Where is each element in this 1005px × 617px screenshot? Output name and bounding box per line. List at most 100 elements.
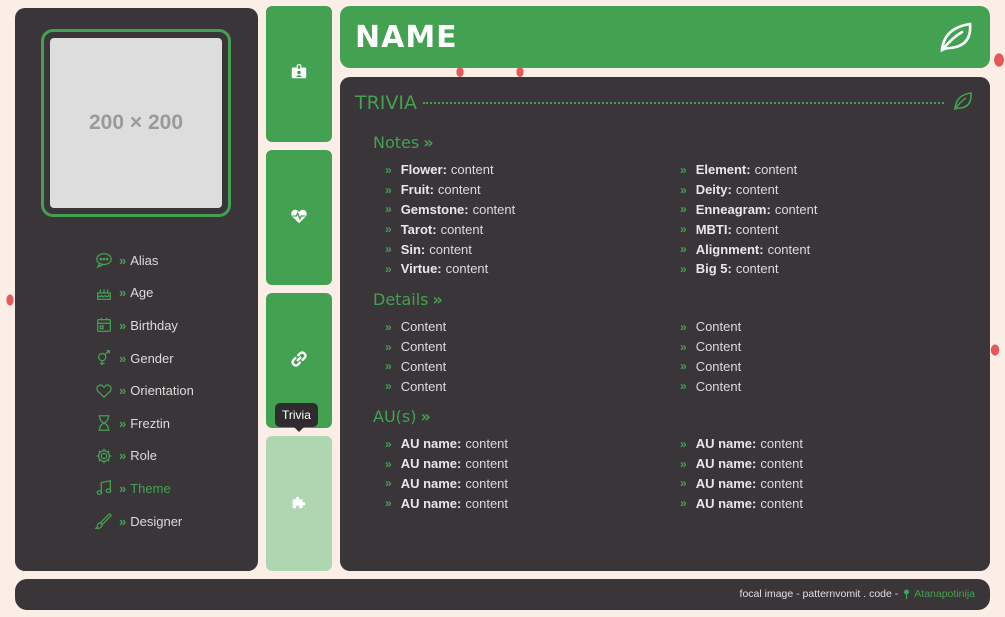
info-label: Alias	[130, 252, 159, 268]
chevron-icon: »	[423, 133, 434, 152]
pin-icon	[902, 589, 911, 599]
chevron-icon: »	[385, 319, 392, 334]
notes-title: Notes	[373, 133, 420, 152]
chevron-icon: »	[680, 162, 687, 177]
music-icon	[95, 479, 113, 497]
chevron-icon: »	[680, 182, 687, 197]
gear-icon	[95, 447, 113, 465]
info-label: Birthday	[130, 317, 178, 333]
info-label: Theme	[130, 480, 171, 496]
hourglass-icon	[95, 414, 113, 432]
chevron-icon: »	[119, 513, 127, 529]
chevron-icon: »	[680, 339, 687, 354]
chevron-icon: »	[385, 339, 392, 354]
chevron-icon: »	[119, 285, 127, 301]
profile-info-list: » Alias » Age » Birthday » Gender » Orie…	[95, 244, 194, 537]
character-name: NAME	[355, 20, 458, 55]
list-item: » AU name: content	[680, 456, 804, 472]
list-item: » Content	[385, 358, 447, 374]
list-item: » Alignment: content	[680, 241, 811, 257]
list-item: » Gemstone: content	[385, 201, 516, 217]
info-label: Designer	[130, 513, 183, 529]
leaf-icon	[952, 90, 974, 116]
info-item-birthday: » Birthday	[95, 309, 194, 342]
chevron-icon: »	[119, 317, 127, 333]
info-label: Freztin	[130, 415, 170, 431]
chevron-icon: »	[385, 476, 392, 491]
chevron-icon: »	[680, 496, 687, 511]
chevron-icon: »	[680, 261, 687, 276]
aus-title: AU(s)	[373, 407, 417, 426]
profile-sidebar: 200 × 200 » Alias » Age » Birthday » Gen…	[15, 8, 258, 571]
chevron-icon: »	[385, 436, 392, 451]
info-item-gender: » Gender	[95, 342, 194, 375]
chevron-icon: »	[119, 480, 127, 496]
list-item: » Deity: content	[680, 182, 779, 198]
list-item: » Content	[680, 358, 742, 374]
trivia-panel: TRIVIA Notes» » Flower: content » Element: c…	[340, 77, 990, 571]
chevron-icon: »	[385, 242, 392, 257]
tab-trivia[interactable]	[266, 436, 332, 571]
credit-text: focal image - patternvomit . code -	[739, 588, 899, 600]
chevron-icon: »	[680, 319, 687, 334]
speech-bubble-icon	[95, 251, 113, 269]
info-item-alias: » Alias	[95, 244, 194, 277]
chevron-icon: »	[680, 202, 687, 217]
list-item: » AU name: content	[385, 456, 509, 472]
chevron-icon: »	[119, 448, 127, 464]
chevron-icon: »	[432, 290, 443, 309]
chevron-icon: »	[119, 415, 127, 431]
list-item: » Enneagram: content	[680, 201, 818, 217]
gender-icon	[95, 349, 113, 367]
chevron-icon: »	[385, 359, 392, 374]
list-item: » AU name: content	[385, 475, 509, 491]
chevron-icon: »	[385, 222, 392, 237]
tab-profile[interactable]	[266, 6, 332, 142]
chevron-icon: »	[680, 222, 687, 237]
info-item-freztin: » Freztin	[95, 407, 194, 440]
footer: focal image - patternvomit . code - Atan…	[15, 579, 990, 610]
chevron-icon: »	[119, 383, 127, 399]
portrait-placeholder: 200 × 200	[50, 38, 222, 208]
list-item: » Element: content	[680, 162, 798, 178]
brush-icon	[95, 512, 113, 530]
list-item: » AU name: content	[680, 436, 804, 452]
list-item: » Content	[385, 378, 447, 394]
section-title: TRIVIA	[355, 92, 418, 114]
list-item: » Tarot: content	[385, 221, 484, 237]
list-item: » AU name: content	[385, 495, 509, 511]
info-item-age: » Age	[95, 277, 194, 310]
aus-heading: AU(s)»	[373, 407, 431, 426]
author-link[interactable]: Atanapotinija	[914, 588, 975, 600]
heartbeat-icon	[290, 207, 308, 229]
chevron-icon: »	[119, 350, 127, 366]
chevron-icon: »	[420, 407, 431, 426]
aus-grid: » AU name: content » AU name: content » AU na…	[385, 434, 975, 513]
chevron-icon: »	[680, 359, 687, 374]
details-grid: » Content » Content » Content » Content » Con…	[385, 317, 975, 396]
credit-line: focal image - patternvomit . code - Atan…	[740, 588, 975, 600]
list-item: » Content	[385, 339, 447, 355]
list-item: » Big 5: content	[680, 261, 779, 277]
chevron-icon: »	[680, 379, 687, 394]
list-item: » Content	[680, 378, 742, 394]
id-badge-icon	[290, 63, 308, 85]
list-item: » AU name: content	[680, 475, 804, 491]
tab-health[interactable]	[266, 150, 332, 285]
list-item: » AU name: content	[680, 495, 804, 511]
info-item-theme[interactable]: » Theme	[95, 472, 194, 505]
info-label: Orientation	[130, 383, 194, 399]
dotted-divider	[423, 102, 944, 104]
chevron-icon: »	[385, 182, 392, 197]
chevron-icon: »	[385, 456, 392, 471]
details-heading: Details»	[373, 290, 443, 309]
details-title: Details	[373, 290, 429, 309]
chevron-icon: »	[385, 379, 392, 394]
info-label: Gender	[130, 350, 174, 366]
chevron-icon: »	[385, 496, 392, 511]
info-label: Age	[130, 285, 154, 301]
leaf-icon	[938, 20, 974, 54]
chevron-icon: »	[385, 261, 392, 276]
notes-heading: Notes»	[373, 133, 434, 152]
info-item-designer: » Designer	[95, 505, 194, 538]
